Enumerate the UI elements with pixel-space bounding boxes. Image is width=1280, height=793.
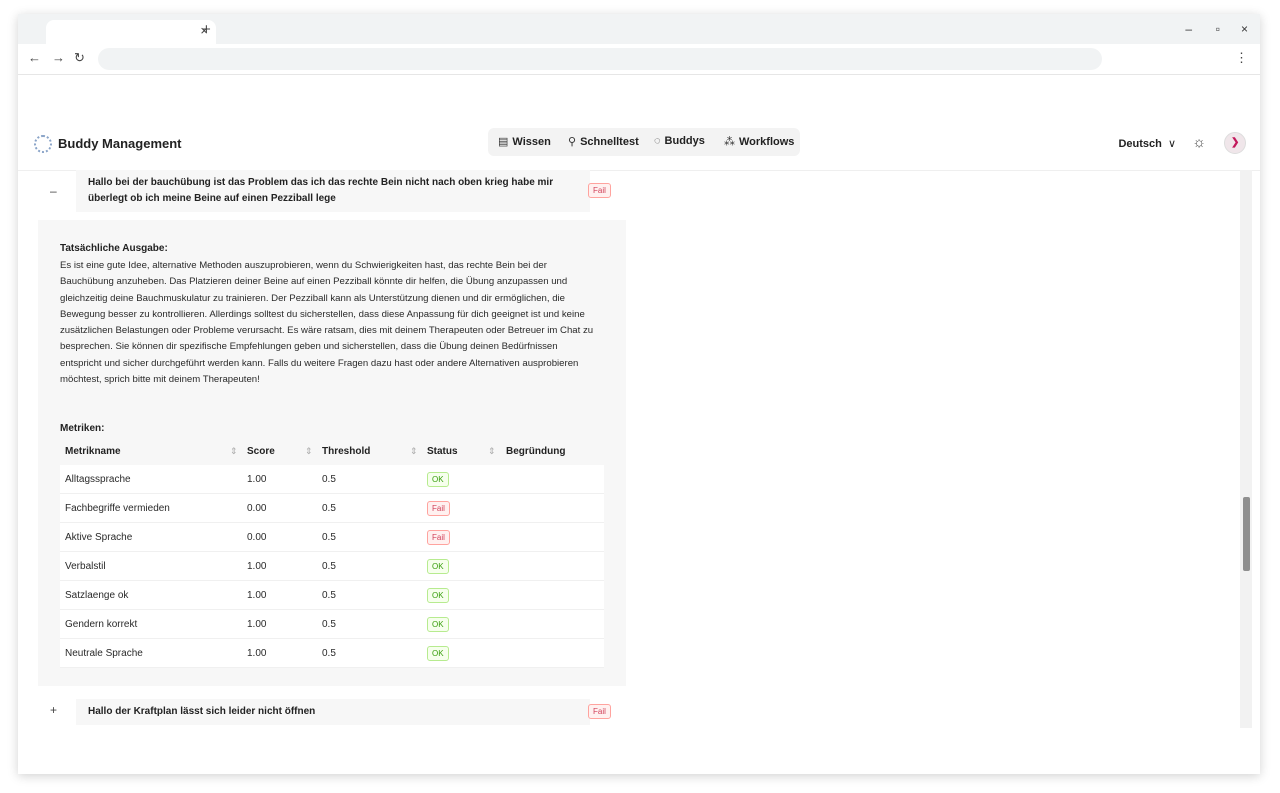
metric-threshold: 0.5 [322,619,336,630]
status-badge: OK [427,559,449,574]
column-header-status[interactable]: Status [427,446,458,457]
collapse-icon[interactable]: – [50,184,57,198]
metric-name: Neutrale Sprache [65,648,143,659]
metric-name: Aktive Sprache [65,532,133,543]
minimize-icon[interactable]: – [1185,22,1192,36]
column-header-score[interactable]: Score [247,446,275,457]
back-icon[interactable]: ← [28,50,41,65]
test-item-title[interactable]: Hallo der Kraftplan lässt sich leider ni… [76,699,590,725]
metric-name: Alltagssprache [65,474,131,485]
database-icon: ▤ [498,136,509,148]
nav-buddys[interactable]: ◌ Buddys [654,135,705,147]
metric-score: 1.00 [247,590,267,601]
metric-score: 1.00 [247,474,267,485]
status-badge: Fail [427,501,450,516]
metric-threshold: 0.5 [322,503,336,514]
main-content: – Hallo bei der bauchübung ist das Probl… [18,170,1260,728]
brand-title: Buddy Management [58,136,182,151]
table-row: Verbalstil 1.00 0.5 OK [60,552,604,581]
browser-window: × + – ▫ × ← → ↻ ⋮ Buddy Management ▤ Wiss… [18,14,1260,774]
sort-icon[interactable]: ⇕ [305,446,313,457]
workflow-icon: ⁂ [724,136,735,148]
metric-threshold: 0.5 [322,474,336,485]
table-row: Alltagssprache 1.00 0.5 OK [60,465,604,494]
output-label: Tatsächliche Ausgabe: [60,243,168,254]
table-header: Metrikname ⇕ Score ⇕ Threshold ⇕ Status … [60,439,604,465]
expand-icon[interactable]: + [50,703,57,717]
status-badge: OK [427,588,449,603]
main-nav: ▤ Wissen ⚲ Schnelltest ◌ Buddys ⁂ Workflows [488,128,800,156]
nav-wissen[interactable]: ▤ Wissen [498,135,551,148]
reload-icon[interactable]: ↻ [74,50,85,66]
status-badge: OK [427,646,449,661]
metric-name: Fachbegriffe vermieden [65,503,170,514]
chat-bubble-icon: ◌ [654,135,661,147]
window-close-icon[interactable]: × [1241,22,1248,36]
column-header-begruendung: Begründung [506,446,566,457]
scrollbar-thumb[interactable] [1243,497,1250,571]
metric-threshold: 0.5 [322,561,336,572]
column-header-metrikname[interactable]: Metrikname [65,446,121,457]
sort-icon[interactable]: ⇕ [488,446,496,457]
nav-schnelltest[interactable]: ⚲ Schnelltest [568,135,639,148]
nav-workflows[interactable]: ⁂ Workflows [724,135,794,148]
output-text: Es ist eine gute Idee, alternative Metho… [60,260,594,386]
app-header: Buddy Management ▤ Wissen ⚲ Schnelltest ◌ B… [18,126,1260,171]
browser-menu-icon[interactable]: ⋮ [1235,50,1248,66]
maximize-icon[interactable]: ▫ [1216,22,1220,36]
metric-score: 0.00 [247,532,267,543]
metrics-table: Metrikname ⇕ Score ⇕ Threshold ⇕ Status … [60,439,604,668]
sun-icon[interactable]: ☼ [1192,134,1206,151]
metric-score: 1.00 [247,561,267,572]
status-badge: OK [427,617,449,632]
address-bar[interactable] [98,48,1102,70]
metric-name: Gendern korrekt [65,619,138,630]
avatar[interactable]: ❯ [1224,132,1246,154]
metric-score: 0.00 [247,503,267,514]
new-tab-icon[interactable]: + [202,21,211,38]
test-item-title[interactable]: Hallo bei der bauchübung ist das Problem… [76,170,590,212]
table-row: Gendern korrekt 1.00 0.5 OK [60,610,604,639]
table-row: Aktive Sprache 0.00 0.5 Fail [60,523,604,552]
browser-tab[interactable]: × [46,20,216,44]
table-row: Fachbegriffe vermieden 0.00 0.5 Fail [60,494,604,523]
metric-threshold: 0.5 [322,532,336,543]
status-badge: Fail [588,183,611,198]
logo-icon [34,135,52,153]
metric-score: 1.00 [247,619,267,630]
metrics-label: Metriken: [60,423,105,434]
tab-bar: × + – ▫ × [18,14,1260,44]
status-badge: Fail [427,530,450,545]
result-panel: Tatsächliche Ausgabe: Es ist eine gute I… [38,220,626,686]
status-badge: OK [427,472,449,487]
table-row: Neutrale Sprache 1.00 0.5 OK [60,639,604,668]
status-badge: Fail [588,704,611,719]
search-icon: ⚲ [568,136,577,148]
metric-threshold: 0.5 [322,590,336,601]
metric-score: 1.00 [247,648,267,659]
forward-icon[interactable]: → [52,50,65,65]
sort-icon[interactable]: ⇕ [410,446,418,457]
metric-name: Satzlaenge ok [65,590,129,601]
avatar-glyph: ❯ [1231,137,1240,148]
column-header-threshold[interactable]: Threshold [322,446,370,457]
language-select[interactable]: Deutsch ∨ [1118,137,1176,150]
chevron-down-icon: ∨ [1167,138,1176,150]
table-row: Satzlaenge ok 1.00 0.5 OK [60,581,604,610]
scrollbar[interactable] [1240,170,1252,728]
sort-icon[interactable]: ⇕ [230,446,238,457]
metric-threshold: 0.5 [322,648,336,659]
browser-toolbar: ← → ↻ ⋮ [18,44,1260,75]
metric-name: Verbalstil [65,561,106,572]
